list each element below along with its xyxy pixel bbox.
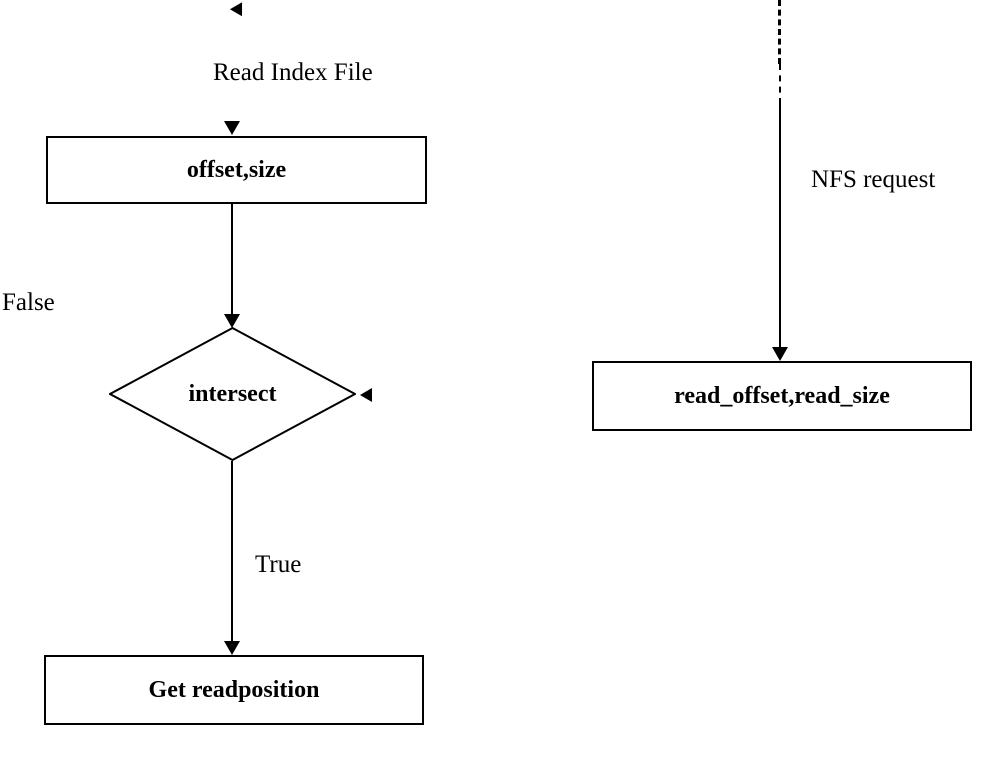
box-read-offset-size: read_offset,read_size [592,361,972,431]
arrow-line-to-diamond [231,202,233,314]
box-offset-size-text: offset,size [187,157,286,184]
label-true: True [255,551,301,579]
label-read-index: Read Index File [213,59,373,87]
arrow-line-to-getread [231,461,233,641]
box-get-readposition-text: Get readposition [149,677,320,704]
nfs-dashed-top [778,0,781,64]
label-false: False [2,289,55,317]
arrowhead-to-diamond [224,314,240,328]
label-nfs-request: NFS request [811,166,935,194]
box-offset-size: offset,size [46,136,427,204]
arrowhead-to-readoffset [772,347,788,361]
stray-arrowhead [230,2,248,19]
box-read-offset-size-text: read_offset,read_size [674,383,890,410]
nfs-solid-line [779,104,781,347]
decision-intersect-text: intersect [189,381,277,408]
arrowhead-to-getread [224,641,240,655]
decision-intersect: intersect [109,327,356,461]
box-get-readposition: Get readposition [44,655,424,725]
arrowhead-into-diamond-right [360,388,372,402]
nfs-dashed-line [779,64,781,104]
arrowhead-to-offset [224,121,240,135]
